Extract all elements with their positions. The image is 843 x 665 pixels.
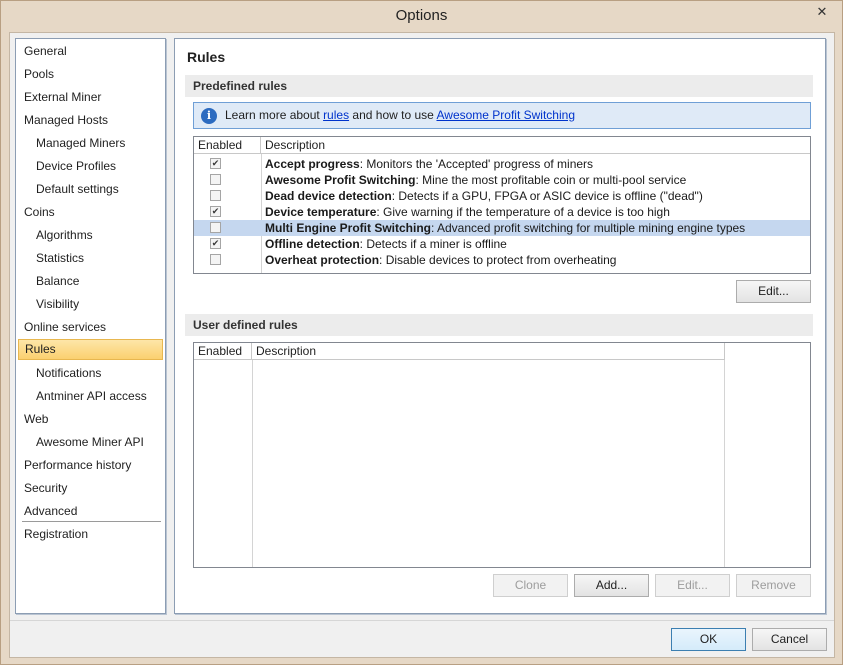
rule-name: Overheat protection [265,253,380,267]
sidebar-item-statistics[interactable]: Statistics [18,248,163,269]
column-header-description[interactable]: Description [261,137,810,154]
column-header-enabled[interactable]: Enabled [194,137,261,154]
sidebar-divider [22,521,161,522]
sidebar-item-advanced[interactable]: Advanced [18,501,163,522]
rule-enabled-checkbox[interactable]: ✔ [210,238,221,249]
sidebar-item-antminer-api-access[interactable]: Antminer API access [18,386,163,407]
info-text-prefix: Learn more about [225,108,324,122]
sidebar-item-algorithms[interactable]: Algorithms [18,225,163,246]
close-icon[interactable]: ✕ [808,2,836,22]
rules-panel: Rules Predefined rules i Learn more abou… [174,38,826,614]
column-divider [252,360,253,567]
rule-desc: : Disable devices to protect from overhe… [379,253,617,267]
user-defined-rules-grid: Enabled Description [193,342,811,568]
rule-row-multi-engine-profit-switching[interactable]: Multi Engine Profit Switching: Advanced … [194,220,810,236]
dialog-client-area: General Pools External Miner Managed Hos… [9,32,835,658]
cancel-button[interactable]: Cancel [752,628,827,651]
sidebar-item-external-miner[interactable]: External Miner [18,87,163,108]
rule-description: Offline detection: Detects if a miner is… [265,236,507,252]
title-bar[interactable]: Options ✕ [1,1,842,31]
rule-description: Awesome Profit Switching: Mine the most … [265,172,686,188]
rule-enabled-checkbox[interactable] [210,174,221,185]
rule-desc: : Mine the most profitable coin or multi… [415,173,687,187]
rule-row-offline-detection[interactable]: ✔ Offline detection: Detects if a miner … [194,236,810,252]
rule-enabled-checkbox[interactable] [210,222,221,233]
rule-enabled-checkbox[interactable]: ✔ [210,206,221,217]
rule-desc: : Monitors the 'Accepted' progress of mi… [359,157,594,171]
predefined-rules-grid: Enabled Description ✔ Accept progress: M… [193,136,811,274]
sidebar-item-balance[interactable]: Balance [18,271,163,292]
remove-rule-button[interactable]: Remove [736,574,811,597]
options-sidebar: General Pools External Miner Managed Hos… [15,38,166,614]
info-icon: i [201,108,217,124]
sidebar-item-security[interactable]: Security [18,478,163,499]
ok-button[interactable]: OK [671,628,746,651]
rule-name: Accept progress [265,157,360,171]
predefined-grid-header: Enabled Description [194,137,810,154]
rule-row-accept-progress[interactable]: ✔ Accept progress: Monitors the 'Accepte… [194,156,810,172]
rule-name: Multi Engine Profit Switching [265,221,431,235]
sidebar-item-coins[interactable]: Coins [18,202,163,223]
sidebar-item-web[interactable]: Web [18,409,163,430]
edit-predefined-rule-button[interactable]: Edit... [736,280,811,303]
sidebar-item-registration[interactable]: Registration [18,524,163,545]
sidebar-item-notifications[interactable]: Notifications [18,363,163,384]
rule-name: Offline detection [265,237,360,251]
rule-name: Dead device detection [265,189,392,203]
sidebar-item-managed-miners[interactable]: Managed Miners [18,133,163,154]
sidebar-item-managed-hosts[interactable]: Managed Hosts [18,110,163,131]
rule-desc: : Advanced profit switching for multiple… [431,221,746,235]
rule-desc: : Give warning if the temperature of a d… [376,205,670,219]
rule-name: Awesome Profit Switching [265,173,416,187]
sidebar-item-awesome-miner-api[interactable]: Awesome Miner API [18,432,163,453]
rule-row-dead-device-detection[interactable]: Dead device detection: Detects if a GPU,… [194,188,810,204]
page-title: Rules [187,49,226,65]
rule-enabled-checkbox[interactable] [210,254,221,265]
rule-desc: : Detects if a miner is offline [359,237,507,251]
user-grid-header: Enabled Description [194,343,725,360]
rule-description: Overheat protection: Disable devices to … [265,252,616,268]
rule-row-device-temperature[interactable]: ✔ Device temperature: Give warning if th… [194,204,810,220]
sidebar-item-pools[interactable]: Pools [18,64,163,85]
rule-desc: : Detects if a GPU, FPGA or ASIC device … [391,189,703,203]
rule-description: Dead device detection: Detects if a GPU,… [265,188,703,204]
sidebar-item-visibility[interactable]: Visibility [18,294,163,315]
rule-enabled-checkbox[interactable]: ✔ [210,158,221,169]
sidebar-item-online-services[interactable]: Online services [18,317,163,338]
info-text-middle: and how to use [349,108,437,122]
rule-enabled-checkbox[interactable] [210,190,221,201]
column-header-description[interactable]: Description [252,343,725,360]
sidebar-item-default-settings[interactable]: Default settings [18,179,163,200]
predefined-rules-header: Predefined rules [185,75,813,97]
profit-switching-help-link[interactable]: Awesome Profit Switching [436,108,575,122]
rule-description: Accept progress: Monitors the 'Accepted'… [265,156,593,172]
rules-help-link[interactable]: rules [323,108,349,122]
edit-user-rule-button[interactable]: Edit... [655,574,730,597]
user-defined-rules-header: User defined rules [185,314,813,336]
column-header-enabled[interactable]: Enabled [194,343,252,360]
info-bar: i Learn more about rules and how to use … [193,102,811,129]
clone-rule-button[interactable]: Clone [493,574,568,597]
sidebar-item-general[interactable]: General [18,41,163,62]
rule-row-overheat-protection[interactable]: Overheat protection: Disable devices to … [194,252,810,268]
footer-divider [10,620,834,621]
add-rule-button[interactable]: Add... [574,574,649,597]
sidebar-item-device-profiles[interactable]: Device Profiles [18,156,163,177]
rule-description: Device temperature: Give warning if the … [265,204,670,220]
options-window: Options ✕ General Pools External Miner M… [0,0,843,665]
rule-name: Device temperature [265,205,377,219]
rule-description: Multi Engine Profit Switching: Advanced … [265,220,745,236]
window-title: Options [395,7,448,24]
sidebar-item-rules[interactable]: Rules [18,339,163,360]
rule-row-awesome-profit-switching[interactable]: Awesome Profit Switching: Mine the most … [194,172,810,188]
column-divider [724,360,725,567]
sidebar-item-performance-history[interactable]: Performance history [18,455,163,476]
